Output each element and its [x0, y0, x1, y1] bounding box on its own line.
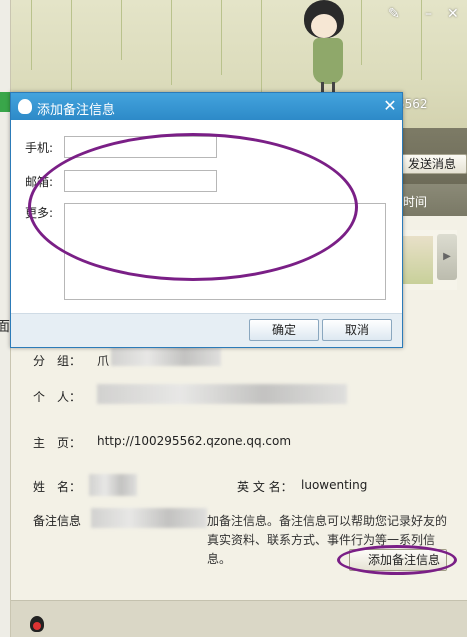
dialog-titlebar[interactable]: 添加备注信息 ✕ [11, 93, 402, 120]
add-remark-button[interactable]: 添加备注信息 [349, 549, 447, 571]
ok-button[interactable]: 确定 [249, 319, 319, 341]
surname-label: 姓 名： [33, 480, 82, 494]
dialog-title: 添加备注信息 [37, 103, 116, 118]
banner-vine [171, 0, 172, 85]
phone-input[interactable] [64, 136, 217, 158]
email-label: 邮箱: [25, 175, 54, 189]
homepage-link[interactable]: http://100295562.qzone.qq.com [97, 434, 291, 448]
skin-brush-icon[interactable]: ✎ [388, 6, 400, 22]
green-tab[interactable] [0, 92, 10, 112]
phone-label: 手机: [25, 141, 54, 155]
group-label: 分 组： [33, 354, 82, 368]
minimize-icon[interactable]: – [425, 6, 432, 22]
banner-vine [361, 0, 362, 65]
left-partial-text: 面 [0, 319, 10, 335]
qq-penguin-icon [18, 99, 32, 114]
banner-vine [31, 0, 32, 70]
more-textarea[interactable] [64, 203, 386, 300]
english-name-label: 英 文 名： [237, 480, 293, 494]
more-label: 更多: [25, 206, 54, 220]
window-close-icon[interactable]: ✕ [447, 6, 459, 22]
banner-vine [421, 0, 422, 80]
banner-vine [71, 0, 72, 90]
banner-vine [221, 0, 222, 75]
group-value: 爪 [97, 354, 110, 368]
qq-penguin-icon[interactable] [30, 616, 44, 632]
redacted-personal [97, 384, 347, 404]
send-message-button[interactable]: 发送消息 [397, 154, 467, 174]
redacted-surname [89, 474, 137, 496]
email-input[interactable] [64, 170, 217, 192]
profile-footer [11, 600, 467, 637]
tab-time[interactable]: 时间 [403, 193, 427, 210]
personal-label: 个 人： [33, 390, 82, 404]
banner-girl-dress [313, 38, 343, 84]
banner-girl-face [311, 14, 337, 38]
banner-vine [261, 0, 262, 95]
cancel-button[interactable]: 取消 [322, 319, 392, 341]
remark-label: 备注信息 [33, 514, 82, 528]
photo-thumbnail[interactable] [403, 236, 433, 284]
banner-vine [121, 0, 122, 60]
add-remark-dialog: 添加备注信息 ✕ 手机: 邮箱: 更多: 确定 取消 [10, 92, 403, 348]
redacted-remark [91, 508, 207, 528]
homepage-label: 主 页： [33, 436, 82, 450]
close-icon[interactable]: ✕ [381, 96, 399, 116]
redacted-group [111, 346, 221, 366]
english-name-value: luowenting [301, 478, 368, 492]
chevron-right-icon[interactable]: ▶ [437, 234, 457, 280]
